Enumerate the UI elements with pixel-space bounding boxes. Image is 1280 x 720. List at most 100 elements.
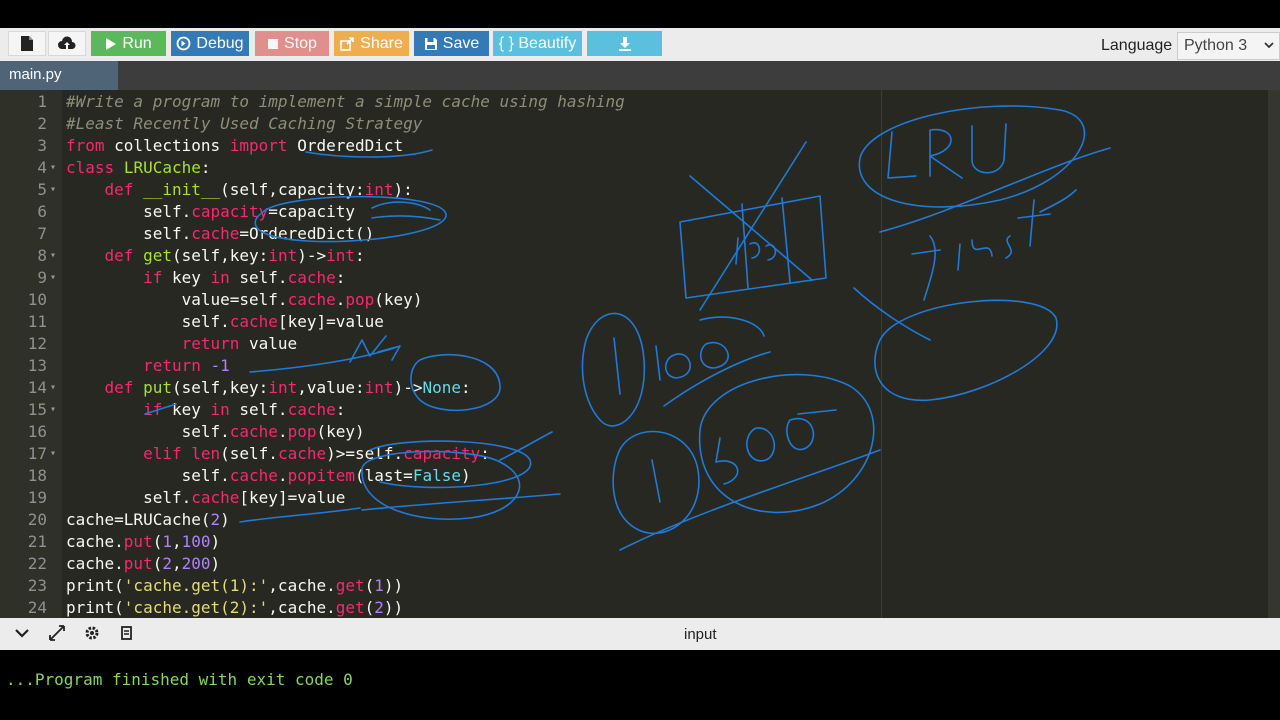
new-file-button[interactable] xyxy=(8,31,46,56)
code-line[interactable]: 2 #Least Recently Used Caching Strategy xyxy=(0,113,1268,135)
download-icon xyxy=(618,36,631,51)
code-token: self. xyxy=(66,488,192,507)
code-line[interactable]: 24 print('cache.get(2):',cache.get(2)) xyxy=(0,597,1268,618)
code-editor[interactable]: 1 #Write a program to implement a simple … xyxy=(0,90,1280,618)
code-text: if key in self.cache: xyxy=(66,267,345,289)
language-select[interactable]: Python 3 xyxy=(1177,32,1280,60)
share-button[interactable]: Share xyxy=(334,31,409,56)
code-line[interactable]: 4 ▾ class LRUCache: xyxy=(0,157,1268,179)
stop-icon xyxy=(268,38,279,49)
line-number: 17 xyxy=(27,444,47,463)
code-text: def __init__(self,capacity:int): xyxy=(66,179,413,201)
save-button[interactable]: Save xyxy=(414,31,489,56)
code-line[interactable]: 9 ▾ if key in self.cache: xyxy=(0,267,1268,289)
code-text: class LRUCache: xyxy=(66,157,211,179)
code-line[interactable]: 16 self.cache.pop(key) xyxy=(0,421,1268,443)
code-token: collections xyxy=(104,136,230,155)
code-token: : xyxy=(335,400,346,419)
input-label[interactable]: input xyxy=(684,626,717,643)
line-number: 19 xyxy=(27,488,47,507)
stop-label: Stop xyxy=(284,34,317,52)
fold-arrow-icon[interactable]: ▾ xyxy=(50,377,56,399)
code-token: ( xyxy=(364,598,375,617)
code-line[interactable]: 17 ▾ elif len(self.cache)>=self.capacity: xyxy=(0,443,1268,465)
code-token: self. xyxy=(66,466,230,485)
code-line[interactable]: 5 ▾ def __init__(self,capacity:int): xyxy=(0,179,1268,201)
code-line[interactable]: 13 return -1 xyxy=(0,355,1268,377)
code-text: cache.put(2,200) xyxy=(66,553,220,575)
code-token: self. xyxy=(66,224,192,243)
code-token: ( xyxy=(152,532,163,551)
code-token: #Write a program to implement a simple c… xyxy=(66,92,625,111)
line-number: 22 xyxy=(27,554,47,573)
code-token: 'cache.get(2):' xyxy=(123,598,269,617)
code-line[interactable]: 6 self.capacity=capacity xyxy=(0,201,1268,223)
line-number: 20 xyxy=(27,510,47,529)
code-line[interactable]: 20 cache=LRUCache(2) xyxy=(0,509,1268,531)
code-token: popitem xyxy=(287,466,356,485)
code-token: 200 xyxy=(181,554,211,573)
debug-button[interactable]: Debug xyxy=(171,31,249,56)
code-text: #Write a program to implement a simple c… xyxy=(66,91,625,113)
tab-main-py[interactable]: main.py xyxy=(0,61,118,90)
code-line[interactable]: 23 print('cache.get(1):',cache.get(1)) xyxy=(0,575,1268,597)
code-token: : xyxy=(335,268,346,287)
code-token: key xyxy=(162,400,211,419)
collapse-chevron-icon[interactable] xyxy=(14,625,30,641)
code-token: 1 xyxy=(374,576,384,595)
code-text: return -1 xyxy=(66,355,230,377)
code-line[interactable]: 14 ▾ def put(self,key:int,value:int)->Non… xyxy=(0,377,1268,399)
code-token: return xyxy=(181,334,240,353)
fold-arrow-icon[interactable]: ▾ xyxy=(50,157,56,179)
code-line[interactable]: 7 self.cache=OrderedDict() xyxy=(0,223,1268,245)
fold-arrow-icon[interactable]: ▾ xyxy=(50,245,56,267)
fold-arrow-icon[interactable]: ▾ xyxy=(50,267,56,289)
code-token: #Least Recently Used Caching Strategy xyxy=(66,114,423,133)
code-text: cache.put(1,100) xyxy=(66,531,220,553)
download-button[interactable] xyxy=(587,31,662,56)
code-token: ( xyxy=(152,554,163,573)
code-line[interactable]: 10 value=self.cache.pop(key) xyxy=(0,289,1268,311)
code-text: self.cache=OrderedDict() xyxy=(66,223,374,245)
code-token: capacity xyxy=(403,444,481,463)
code-line[interactable]: 15 ▾ if key in self.cache: xyxy=(0,399,1268,421)
code-line[interactable]: 21 cache.put(1,100) xyxy=(0,531,1268,553)
line-number: 15 xyxy=(27,400,47,419)
code-line[interactable]: 3 from collections import OrderedDict xyxy=(0,135,1268,157)
code-token: get xyxy=(143,246,172,265)
beautify-button[interactable]: { } Beautify xyxy=(493,31,582,56)
code-token: int xyxy=(268,246,298,265)
code-line[interactable]: 12 return value xyxy=(0,333,1268,355)
editor-scrollbar[interactable] xyxy=(1268,90,1280,618)
code-token: 2 xyxy=(162,554,172,573)
fold-arrow-icon[interactable]: ▾ xyxy=(50,179,56,201)
code-token: ): xyxy=(393,180,413,199)
code-token: )) xyxy=(383,598,404,617)
stop-button[interactable]: Stop xyxy=(255,31,329,56)
expand-icon[interactable] xyxy=(49,625,65,641)
code-token: . xyxy=(335,290,346,309)
fold-arrow-icon[interactable]: ▾ xyxy=(50,443,56,465)
code-text: elif len(self.cache)>=self.capacity: xyxy=(66,443,490,465)
run-button[interactable]: Run xyxy=(91,31,166,56)
code-line[interactable]: 8 ▾ def get(self,key:int)->int: xyxy=(0,245,1268,267)
clear-console-icon[interactable] xyxy=(119,625,135,641)
code-line[interactable]: 22 cache.put(2,200) xyxy=(0,553,1268,575)
fold-arrow-icon[interactable]: ▾ xyxy=(50,399,56,421)
code-line[interactable]: 18 self.cache.popitem(last=False) xyxy=(0,465,1268,487)
code-token: cache xyxy=(229,422,278,441)
line-number: 24 xyxy=(27,598,47,617)
gear-icon[interactable] xyxy=(84,625,100,641)
code-line[interactable]: 19 self.cache[key]=value xyxy=(0,487,1268,509)
code-line[interactable]: 11 self.cache[key]=value xyxy=(0,311,1268,333)
code-line[interactable]: 1 #Write a program to implement a simple … xyxy=(0,91,1268,113)
code-token: cache xyxy=(287,290,336,309)
code-token: __init__ xyxy=(143,180,221,199)
code-token: len xyxy=(191,444,221,463)
code-token: self. xyxy=(229,400,288,419)
upload-button[interactable] xyxy=(48,31,86,56)
code-text: self.cache[key]=value xyxy=(66,487,345,509)
